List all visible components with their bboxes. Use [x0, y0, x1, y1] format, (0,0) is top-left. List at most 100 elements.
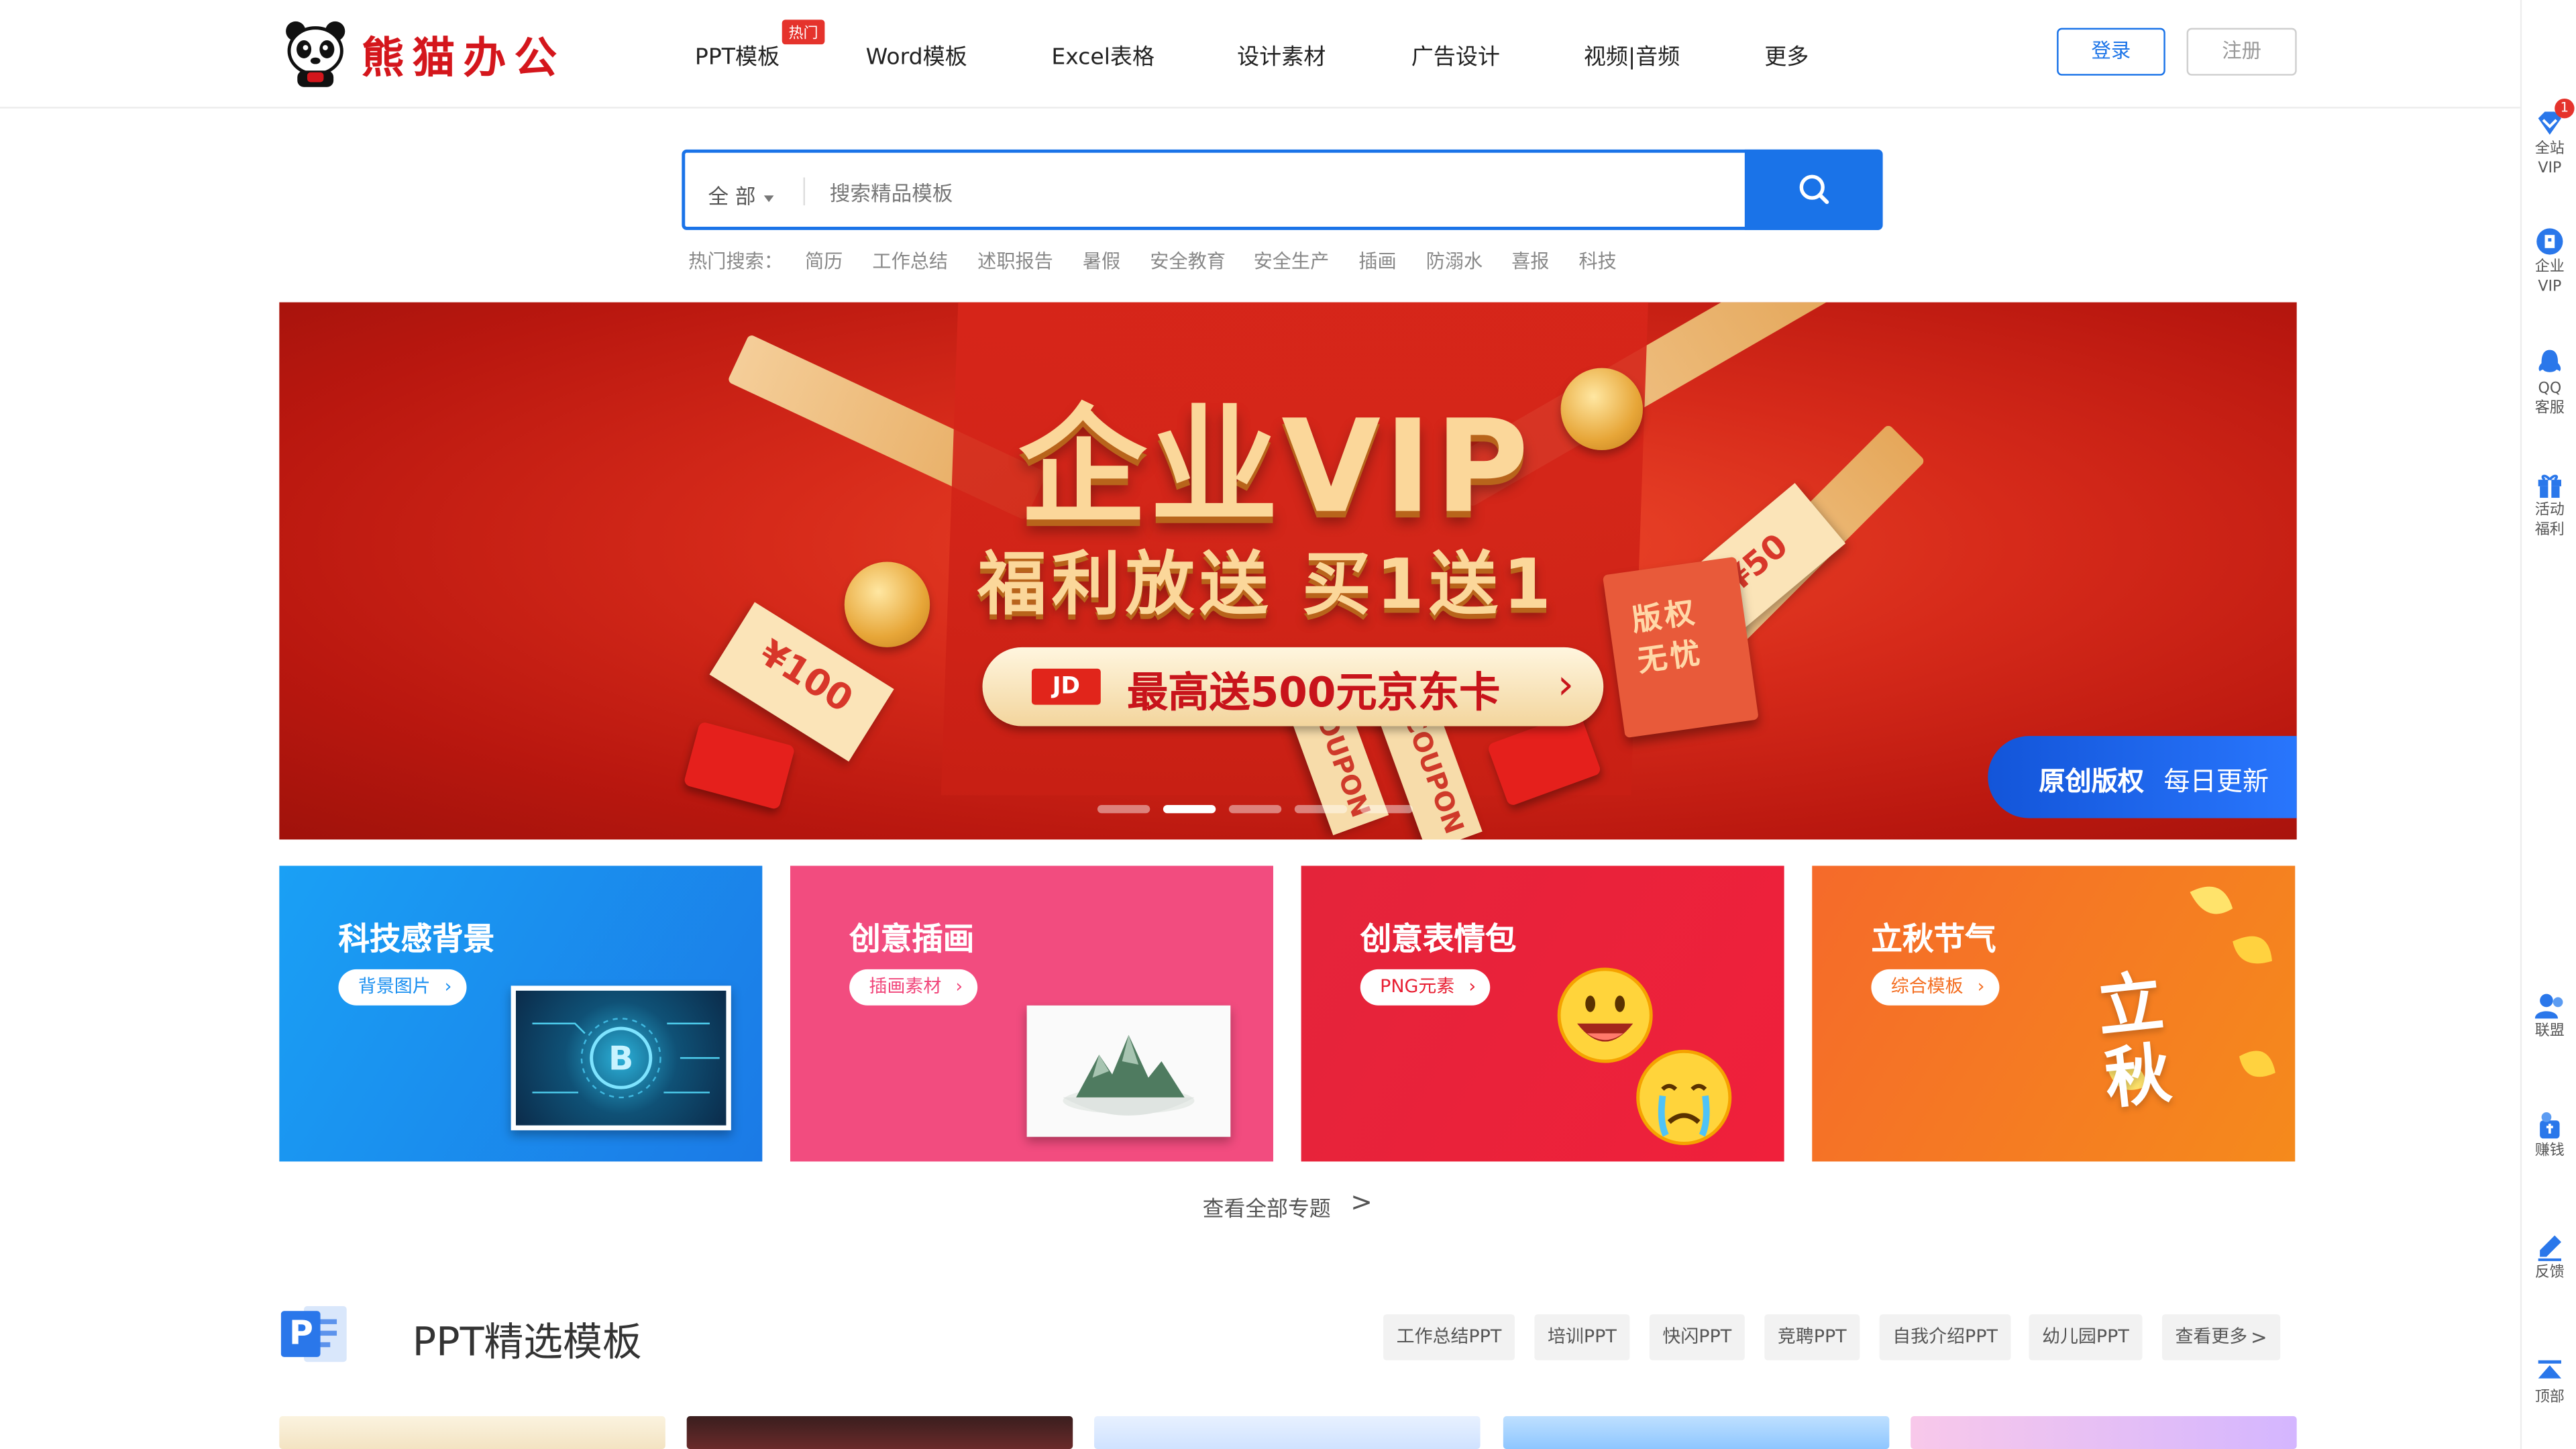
chevron-right-icon: >: [2250, 1326, 2267, 1349]
ppt-tag[interactable]: 幼儿园PPT: [2029, 1314, 2143, 1360]
search-input[interactable]: [826, 174, 1737, 211]
hot-search-term[interactable]: 简历: [805, 248, 843, 274]
earn-icon: [2540, 1112, 2560, 1139]
carousel-dot[interactable]: [1294, 805, 1348, 814]
rail-label: VIP: [2538, 279, 2562, 296]
topic-card-emoji[interactable]: 创意表情包 PNG元素 ›: [1301, 865, 1784, 1162]
view-all-topics-link[interactable]: 查看全部专题: [1203, 1191, 1331, 1222]
page: 熊猫办公 PPT模板 Word模板 Excel表格 设计素材 广告设计 视频|音…: [0, 0, 2576, 1449]
hot-search-term[interactable]: 防溺水: [1426, 248, 1483, 274]
topic-card-autumn[interactable]: 立秋节气 综合模板 › 立秋: [1812, 865, 2296, 1162]
gift-icon: [2538, 474, 2561, 498]
topic-pill-label: 综合模板: [1890, 975, 1964, 998]
ppt-tag[interactable]: 快闪PPT: [1649, 1314, 1745, 1360]
rail-label: 客服: [2534, 400, 2565, 418]
nav-more[interactable]: 更多: [1764, 38, 1809, 70]
rail-label: VIP: [2538, 161, 2562, 178]
tech-image: B: [511, 985, 731, 1130]
ppt-thumbnail[interactable]: [1503, 1416, 1890, 1449]
ppt-thumbnail[interactable]: [1094, 1416, 1481, 1449]
ticket-value: ¥100: [752, 633, 859, 722]
search-button[interactable]: [1744, 149, 1883, 230]
rail-label: QQ: [2538, 381, 2562, 398]
topic-pill[interactable]: 背景图片 ›: [338, 969, 467, 1006]
topic-card-tech[interactable]: 科技感背景 背景图片 › B: [279, 865, 763, 1162]
rail-label: 反馈: [2534, 1265, 2565, 1282]
topic-pill[interactable]: PNG元素 ›: [1360, 969, 1491, 1006]
rail-label: 赚钱: [2534, 1143, 2565, 1160]
topic-pill-label: PNG元素: [1380, 975, 1455, 998]
login-button[interactable]: 登录: [2057, 28, 2165, 76]
ppt-thumbnail[interactable]: [686, 1416, 1073, 1449]
search-scope-select[interactable]: 全 部: [708, 179, 774, 211]
rail-label: 福利: [2534, 522, 2565, 539]
ppt-section-icon: P: [280, 1303, 350, 1365]
stamp-text: 版权无忧: [1629, 595, 1706, 680]
gold-coin: [1560, 368, 1643, 451]
red-envelope: [683, 720, 796, 810]
chevron-right-icon: ›: [444, 975, 452, 998]
bitcoin-chip-icon: B: [532, 1018, 720, 1099]
rail-item-qq-service[interactable]: QQ 客服: [2522, 348, 2576, 417]
topic-title: 创意表情包: [1360, 921, 1517, 958]
hot-search-term[interactable]: 插画: [1358, 248, 1396, 274]
ppt-icon-letter: P: [289, 1312, 313, 1352]
topic-title: 创意插画: [849, 921, 975, 958]
hot-search-term[interactable]: 安全教育: [1150, 248, 1226, 274]
topic-pill[interactable]: 插画素材 ›: [849, 969, 978, 1006]
enterprise-icon: [2536, 228, 2563, 255]
hot-search-term[interactable]: 述职报告: [977, 248, 1053, 274]
ppt-thumbnail[interactable]: [279, 1416, 665, 1449]
nav-ppt[interactable]: PPT模板: [695, 38, 780, 70]
rail-label: 联盟: [2534, 1023, 2565, 1040]
site-logo[interactable]: 熊猫办公: [282, 16, 565, 92]
rail-item-site-vip[interactable]: 1 全站 VIP: [2522, 98, 2576, 178]
feedback-icon: [2538, 1235, 2561, 1261]
chevron-right-icon: ›: [1468, 975, 1477, 998]
caret-down-icon: [763, 195, 774, 202]
nav-design-assets[interactable]: 设计素材: [1237, 38, 1326, 70]
topic-card-illustration[interactable]: 创意插画 插画素材 ›: [790, 865, 1273, 1162]
gold-coin: [844, 561, 930, 647]
rail-item-alliance[interactable]: 联盟: [2522, 991, 2576, 1040]
rail-item-back-to-top[interactable]: 顶部: [2522, 1357, 2576, 1406]
carousel-dot-active[interactable]: [1163, 805, 1216, 814]
ppt-more-tag[interactable]: 查看更多 >: [2161, 1314, 2281, 1360]
carousel-dot[interactable]: [1228, 805, 1282, 814]
right-sidebar: 1 全站 VIP 企业 VIP QQ 客服 活动 福利 联盟 赚钱 反馈 顶部: [2520, 0, 2576, 1449]
nav-video-audio[interactable]: 视频|音频: [1584, 38, 1680, 70]
chevron-right-icon: ›: [955, 975, 963, 998]
ppt-tag[interactable]: 自我介绍PPT: [1879, 1314, 2011, 1360]
chevron-right-icon: ›: [1977, 975, 1985, 998]
ppt-thumbnail[interactable]: [1911, 1416, 2297, 1449]
hot-search-term[interactable]: 喜报: [1511, 248, 1549, 274]
ppt-more-label: 查看更多: [2175, 1326, 2248, 1348]
chevron-right-icon[interactable]: >: [1350, 1186, 1373, 1218]
ppt-tag[interactable]: 培训PPT: [1534, 1314, 1630, 1360]
topic-pill[interactable]: 综合模板 ›: [1871, 969, 2000, 1006]
panda-logo-icon: [286, 21, 345, 87]
nav-word[interactable]: Word模板: [866, 38, 967, 70]
hot-search-term[interactable]: 工作总结: [872, 248, 948, 274]
rail-item-feedback[interactable]: 反馈: [2522, 1232, 2576, 1281]
hero-banner[interactable]: ¥100 ¥50 COUPON COUPON 企业VIP 福利放送 买1送1 J…: [279, 302, 2297, 840]
nav-excel[interactable]: Excel表格: [1051, 38, 1155, 70]
jd-card-promo[interactable]: JD 最高送500元京东卡 ›: [982, 647, 1604, 727]
ppt-tag[interactable]: 竞聘PPT: [1764, 1314, 1860, 1360]
search-divider: [803, 177, 806, 206]
hot-search-term[interactable]: 暑假: [1083, 248, 1120, 274]
hot-search-term[interactable]: 科技: [1578, 248, 1616, 274]
register-button[interactable]: 注册: [2186, 28, 2297, 76]
carousel-dot[interactable]: [1097, 805, 1150, 814]
rail-item-enterprise-vip[interactable]: 企业 VIP: [2522, 227, 2576, 296]
rail-item-activity[interactable]: 活动 福利: [2522, 470, 2576, 539]
carousel-dot[interactable]: [1360, 805, 1413, 814]
topic-pill-label: 插画素材: [869, 975, 942, 998]
chevron-right-icon: ›: [1557, 660, 1574, 708]
nav-ad-design[interactable]: 广告设计: [1411, 38, 1500, 70]
rail-item-earn[interactable]: 赚钱: [2522, 1111, 2576, 1160]
ppt-tag[interactable]: 工作总结PPT: [1383, 1314, 1515, 1360]
hot-search-term[interactable]: 安全生产: [1254, 248, 1330, 274]
tag-bold-text: 原创版权: [2039, 765, 2144, 797]
rail-label: 企业: [2534, 259, 2565, 276]
